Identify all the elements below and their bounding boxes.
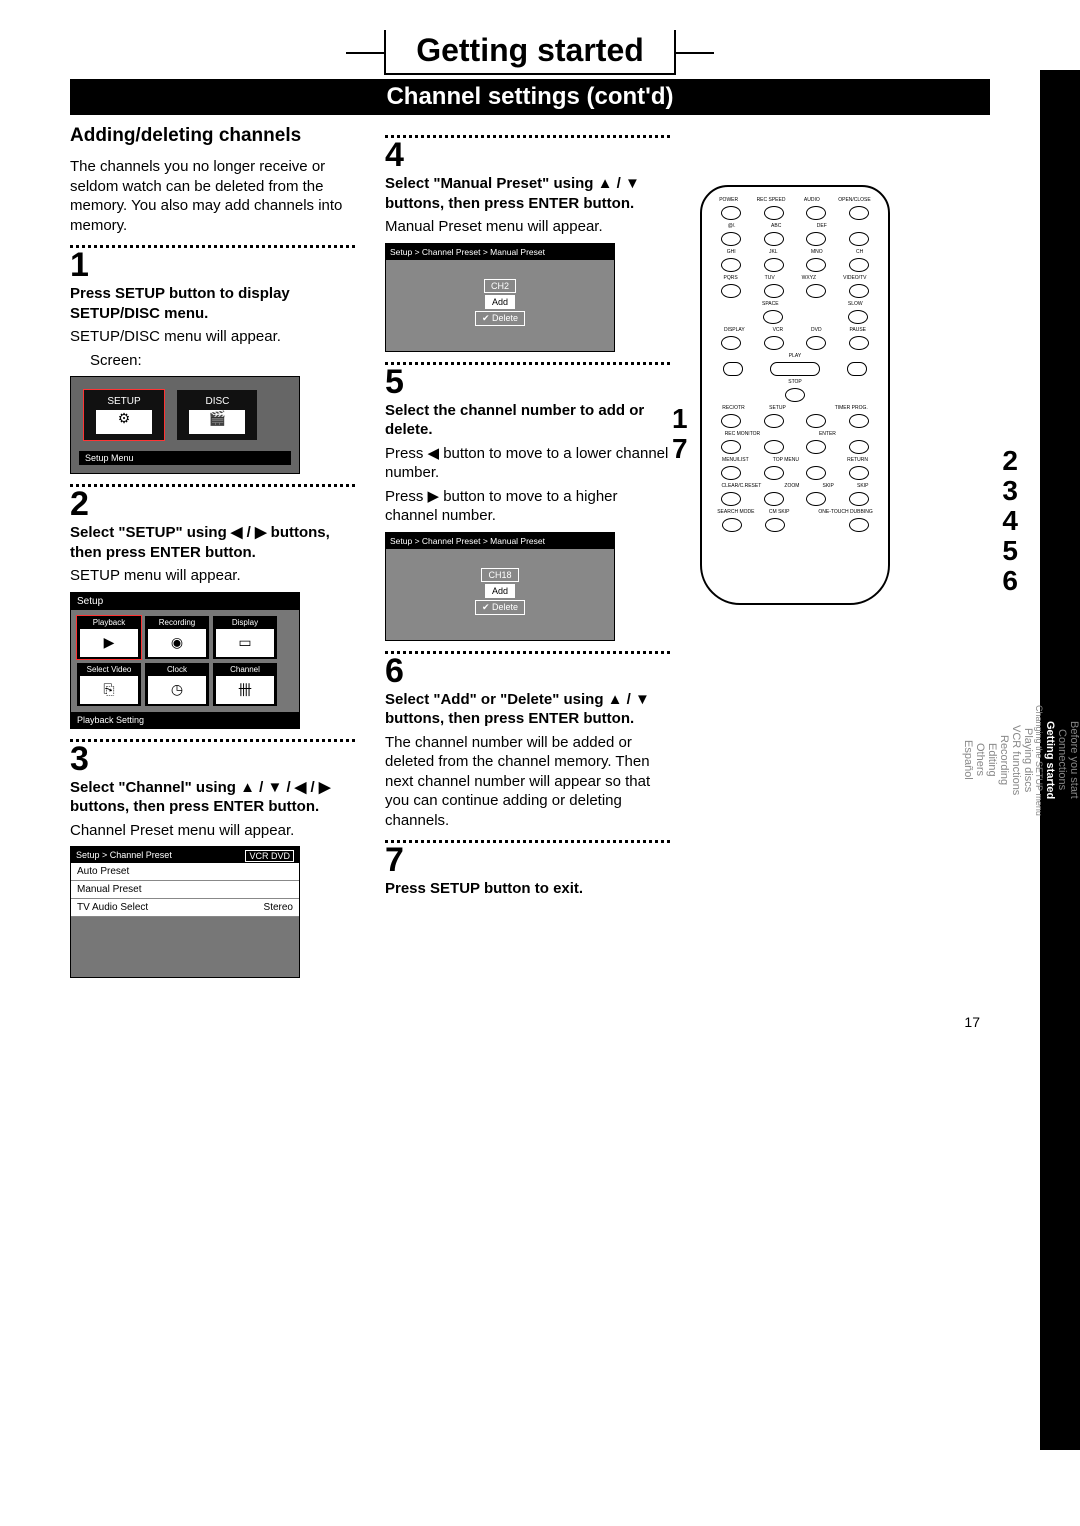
- setup-button: [764, 414, 784, 428]
- step-instruction: Press SETUP button to exit.: [385, 879, 670, 899]
- key-7: [721, 284, 741, 298]
- setup-disc-screen: SETUP⚙ DISC🎬 Setup Menu: [70, 376, 300, 474]
- key-ch-up: [849, 232, 869, 246]
- down-button: [806, 466, 826, 480]
- key-4: [721, 258, 741, 272]
- key-6: [806, 258, 826, 272]
- manual-preset-screen-1: Setup > Channel Preset > Manual Preset C…: [385, 243, 615, 352]
- key-1: [721, 232, 741, 246]
- step-number: 6: [385, 654, 670, 688]
- manual-preset-screen-2: Setup > Channel Preset > Manual Preset C…: [385, 532, 615, 641]
- step-subnote: Screen:: [70, 351, 355, 371]
- callout-right-2: 2: [1002, 445, 1018, 477]
- step-number: 7: [385, 843, 670, 877]
- up-button: [806, 414, 826, 428]
- step-number: 3: [70, 742, 355, 776]
- step-instruction: Press SETUP button to display SETUP/DISC…: [70, 284, 355, 323]
- callout-left-7: 7: [672, 433, 688, 465]
- chapter-title: Getting started: [384, 30, 676, 75]
- tab-vcr: VCR functions: [1010, 723, 1022, 797]
- tab-connections: Connections: [1056, 727, 1068, 792]
- callout-right-3: 3: [1002, 475, 1018, 507]
- step-number: 2: [70, 487, 355, 521]
- intro-text: The channels you no longer receive or se…: [70, 157, 355, 235]
- key-2: [764, 232, 784, 246]
- tab-others: Others: [974, 741, 986, 778]
- side-tabs: Before you start Connections Getting sta…: [1040, 70, 1080, 1450]
- page-number: 17: [70, 1014, 990, 1030]
- left-button: [764, 440, 784, 454]
- right-button: [849, 440, 869, 454]
- step-text: Press ▶ button to move to a higher chann…: [385, 487, 670, 526]
- key-8: [764, 284, 784, 298]
- tab-espanol: Español: [962, 738, 974, 782]
- tab-before: Before you start: [1068, 719, 1080, 801]
- key-ch-dn: [849, 258, 869, 272]
- step-instruction: Select "Manual Preset" using ▲ / ▼ butto…: [385, 174, 670, 213]
- callout-right-4: 4: [1002, 505, 1018, 537]
- step-result: Channel Preset menu will appear.: [70, 821, 355, 841]
- key-3: [806, 232, 826, 246]
- tab-editing: Editing: [986, 741, 998, 779]
- tab-setup-menu: Changing the SETUP menu: [1034, 703, 1044, 818]
- step-text: Press ◀ button to move to a lower channe…: [385, 444, 670, 483]
- step-instruction: Select the channel number to add or dele…: [385, 401, 670, 440]
- step-result: SETUP menu will appear.: [70, 566, 355, 586]
- channel-preset-screen: Setup > Channel Preset VCR DVD Auto Pres…: [70, 846, 300, 978]
- tab-getting-started: Getting started: [1044, 719, 1056, 801]
- step-number: 1: [70, 248, 355, 282]
- key-5: [764, 258, 784, 272]
- callout-left-1: 1: [672, 403, 688, 435]
- step-number: 4: [385, 138, 670, 172]
- step-result: The channel number will be added or dele…: [385, 733, 670, 831]
- key-9: [806, 284, 826, 298]
- setup-menu-screen: Setup Playback▶ Recording◉ Display▭ Sele…: [70, 592, 300, 729]
- key-0: [763, 310, 783, 324]
- tab-recording: Recording: [998, 733, 1010, 787]
- subsection-heading: Adding/deleting channels: [70, 125, 355, 147]
- step-result: SETUP/DISC menu will appear.: [70, 327, 355, 347]
- callout-right-5: 5: [1002, 535, 1018, 567]
- section-title: Channel settings (cont'd): [70, 79, 990, 115]
- step-number: 5: [385, 365, 670, 399]
- callout-right-6: 6: [1002, 565, 1018, 597]
- step-instruction: Select "Channel" using ▲ / ▼ / ◀ / ▶ but…: [70, 778, 355, 817]
- enter-button: [806, 440, 826, 454]
- step-instruction: Select "SETUP" using ◀ / ▶ buttons, then…: [70, 523, 355, 562]
- step-result: Manual Preset menu will appear.: [385, 217, 670, 237]
- step-instruction: Select "Add" or "Delete" using ▲ / ▼ but…: [385, 690, 670, 729]
- remote-diagram: 1 7 POWERREC SPEEDAUDIOOPEN/CLOSE @/.ABC…: [700, 185, 990, 605]
- tab-playing: Playing discs: [1022, 726, 1034, 794]
